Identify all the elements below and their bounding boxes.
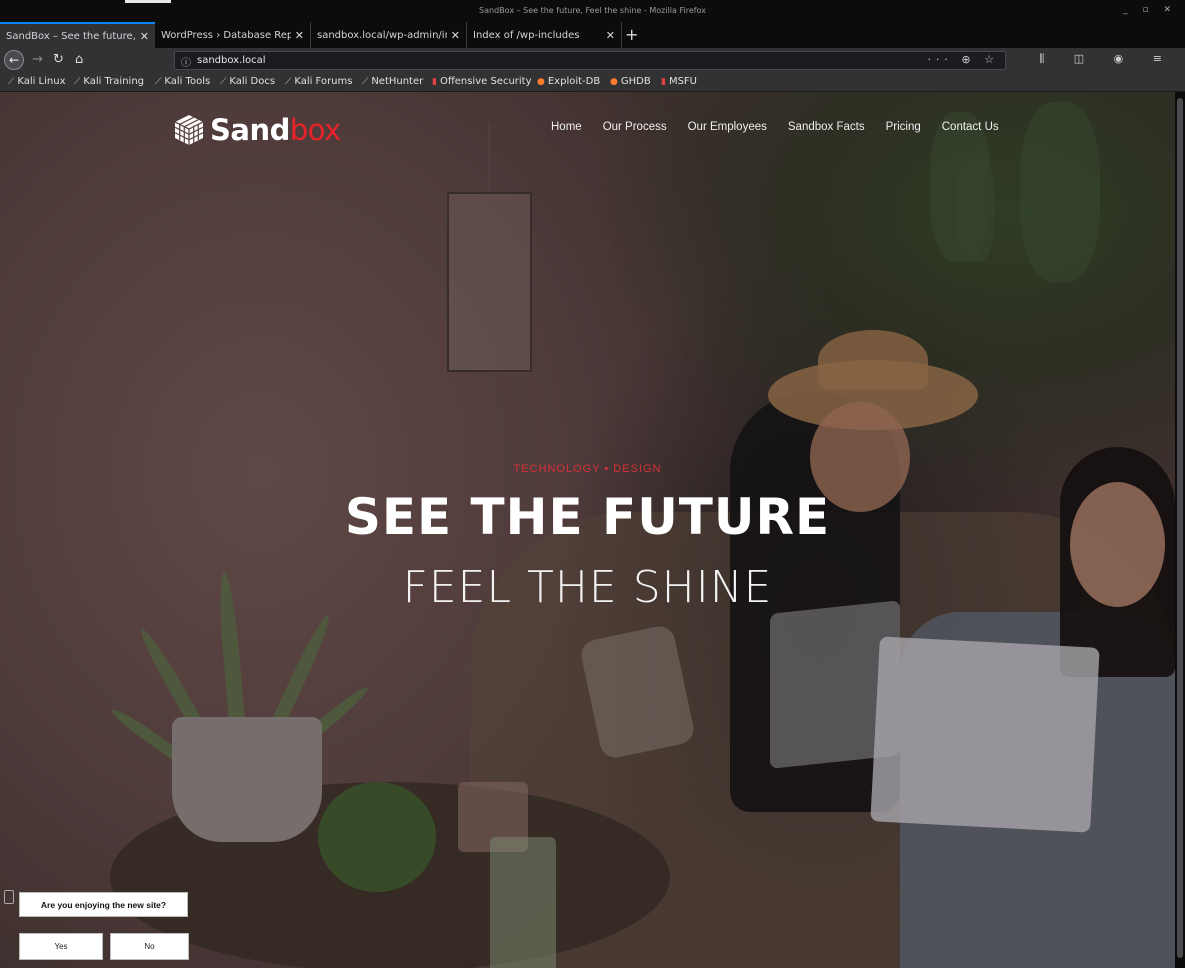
nav-our-employees[interactable]: Our Employees [688,121,767,133]
bookmark-label: MSFU [668,76,697,87]
logo-text-box: box [289,113,341,147]
nav-contact-us[interactable]: Contact Us [942,121,999,133]
bookmark-msfu[interactable]: ▮ MSFU [661,76,697,87]
address-bar[interactable]: ⓘ sandbox.local ··· ⊕ ☆ [174,51,1006,70]
bookmark-exploit-db[interactable]: ● Exploit-DB [537,76,600,87]
titlebar-marker [125,0,171,3]
bookmark-label: Kali Linux [17,76,66,87]
window-title: SandBox – See the future, Feel the shine… [479,6,706,15]
cube-logo-icon [174,115,204,145]
kali-dragon-icon: ⟋ [285,77,292,87]
bookmark-label: GHDB [620,76,651,87]
feedback-question: Are you enjoying the new site? [19,892,188,917]
close-tab-icon[interactable]: ✕ [451,29,460,42]
bookmark-label: Kali Training [83,76,145,87]
nav-toolbar: ← → ↻ ⌂ ⓘ sandbox.local ··· ⊕ ☆ ⫼ ◫ ◉ ≡ [0,48,1185,73]
tab-sandbox-home[interactable]: SandBox – See the future, Fe ✕ [0,22,155,48]
scrollbar-thumb[interactable] [1177,98,1183,958]
tab-wp-includes[interactable]: Index of /wp-includes ✕ [467,22,622,48]
nav-sandbox-facts[interactable]: Sandbox Facts [788,121,865,133]
tab-label: WordPress › Database Repa [161,29,291,41]
kali-dragon-icon: ⟋ [362,77,369,87]
tab-label: SandBox – See the future, Fe [6,30,136,42]
nav-home[interactable]: Home [551,121,582,133]
offsec-icon: ▮ [661,77,666,87]
forward-arrow-icon[interactable]: → [32,52,43,68]
tab-label: sandbox.local/wp-admin/inc [317,29,447,41]
bookmark-offensive-security[interactable]: ▮ Offensive Security [432,76,532,87]
bookmark-label: Kali Tools [164,76,211,87]
tab-wp-admin[interactable]: sandbox.local/wp-admin/inc ✕ [311,22,467,48]
close-tab-icon[interactable]: ✕ [140,30,149,43]
bookmark-label: NetHunter [371,76,424,87]
window-controls[interactable]: _ ▫ ✕ [1123,5,1177,15]
bookmark-nethunter[interactable]: ⟋ NetHunter [362,76,423,87]
bookmark-ghdb[interactable]: ● GHDB [610,76,651,87]
side-tab-icon[interactable] [4,890,14,904]
site-info-icon[interactable]: ⓘ [181,54,191,69]
hero-eyebrow: TECHNOLOGY • DESIGN [513,463,662,475]
page-actions-icon[interactable]: ··· ⊕ ☆ [927,53,999,66]
hero-subtitle: FEEL THE SHINE [402,562,773,613]
bookmark-kali-tools[interactable]: ⟋ Kali Tools [155,76,210,87]
bookmark-label: Kali Forums [294,76,353,87]
close-tab-icon[interactable]: ✕ [295,29,304,42]
page-scrollbar[interactable] [1175,92,1185,968]
tab-strip: SandBox – See the future, Fe ✕ WordPress… [0,22,1185,48]
new-tab-icon[interactable]: + [625,25,638,44]
bookmark-kali-training[interactable]: ⟋ Kali Training [74,76,144,87]
bookmark-label: Offensive Security [439,76,532,87]
site-logo[interactable]: Sand box [172,108,341,152]
kali-dragon-icon: ⟋ [220,77,227,87]
library-sidebar-account-menu-icons[interactable]: ⫼ ◫ ◉ ≡ [1039,52,1175,66]
offsec-icon: ▮ [432,77,437,87]
site-main-nav: Home Our Process Our Employees Sandbox F… [551,121,1020,133]
bookmark-label: Kali Docs [229,76,276,87]
kali-dragon-icon: ⟋ [8,77,15,87]
exploitdb-icon: ● [610,77,618,87]
nav-our-process[interactable]: Our Process [603,121,667,133]
bookmark-kali-linux[interactable]: ⟋ Kali Linux [8,76,66,87]
bookmark-kali-docs[interactable]: ⟋ Kali Docs [220,76,275,87]
logo-text-sand: Sand [210,113,290,147]
feedback-yes-button[interactable]: Yes [19,933,103,960]
hero-title: SEE THE FUTURE [344,488,831,546]
home-icon[interactable]: ⌂ [75,52,83,68]
reload-icon[interactable]: ↻ [53,52,64,68]
nav-pricing[interactable]: Pricing [886,121,921,133]
tab-wordpress-repair[interactable]: WordPress › Database Repa ✕ [155,22,311,48]
tab-label: Index of /wp-includes [473,29,580,41]
bookmark-label: Exploit-DB [547,76,601,87]
exploitdb-icon: ● [537,77,545,87]
close-tab-icon[interactable]: ✕ [606,29,615,42]
feedback-no-button[interactable]: No [110,933,189,960]
kali-dragon-icon: ⟋ [155,77,162,87]
bookmark-kali-forums[interactable]: ⟋ Kali Forums [285,76,352,87]
bookmarks-toolbar: ⟋ Kali Linux ⟋ Kali Training ⟋ Kali Tools ⟋… [0,73,1185,92]
url-text[interactable]: sandbox.local [197,55,266,66]
back-arrow-icon[interactable]: ← [4,50,24,70]
window-titlebar: SandBox – See the future, Feel the shine… [0,0,1185,22]
kali-dragon-icon: ⟋ [74,77,81,87]
